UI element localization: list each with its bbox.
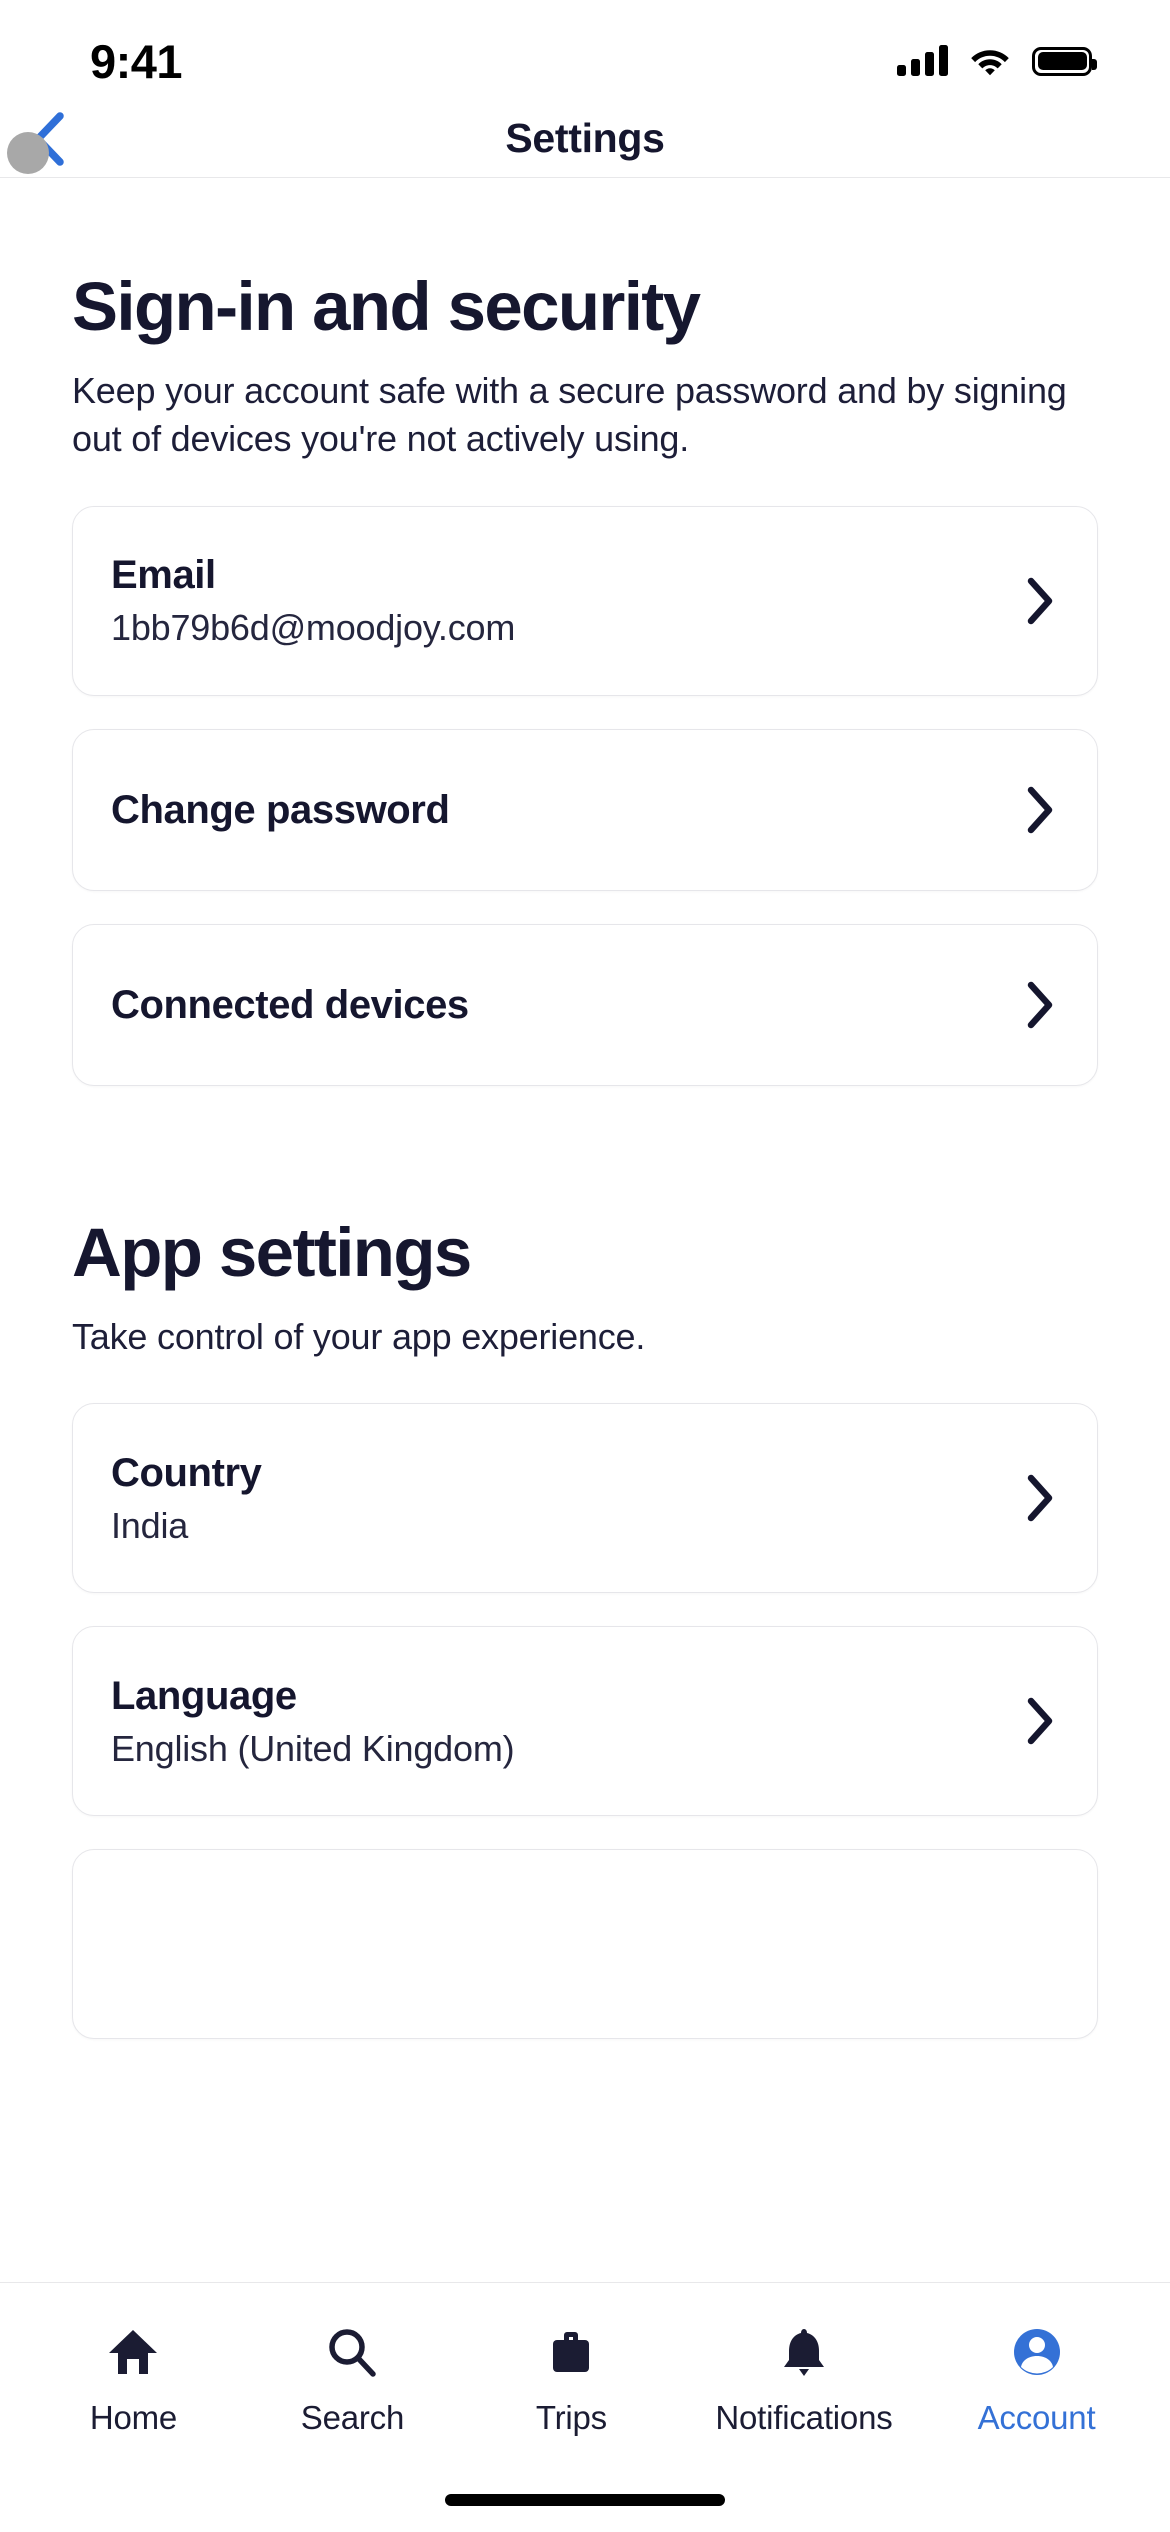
- tab-trips[interactable]: Trips: [496, 2323, 646, 2437]
- tab-account[interactable]: Account: [962, 2323, 1112, 2437]
- section-title: App settings: [72, 1213, 472, 1291]
- status-bar-time: 9:41: [90, 34, 183, 88]
- chevron-right-icon: [1023, 1473, 1057, 1523]
- chevron-right-icon: [1023, 576, 1057, 626]
- search-icon: [326, 2323, 378, 2381]
- row-text: Change password: [111, 789, 450, 831]
- settings-scroll-content[interactable]: Sign-in and security Keep your account s…: [0, 178, 1170, 2282]
- section-card-list: Country India Language English (United K…: [72, 1402, 1098, 2039]
- bottom-tab-bar: Home Search Trips Notifications Account: [0, 2282, 1170, 2532]
- wifi-icon: [971, 50, 1009, 76]
- status-bar: 9:41: [0, 0, 1170, 100]
- section-description: Keep your account safe with a secure pas…: [72, 370, 1067, 460]
- row-label: Email: [111, 553, 216, 598]
- status-bar-indicators: [897, 45, 1097, 76]
- home-icon: [107, 2323, 159, 2381]
- row-text: Connected devices: [111, 984, 469, 1026]
- tab-label: Account: [977, 2399, 1096, 2436]
- row-text: Email 1bb79b6d@moodjoy.com: [111, 554, 515, 647]
- settings-row-change-password[interactable]: Change password: [72, 728, 1098, 891]
- section-app-settings: App settings Take control of your app ex…: [72, 1086, 1098, 2039]
- account-circle-icon: [1011, 2323, 1063, 2381]
- settings-row-email[interactable]: Email 1bb79b6d@moodjoy.com: [72, 505, 1098, 696]
- page-title: Settings: [505, 115, 665, 161]
- chevron-right-icon: [1023, 785, 1057, 835]
- section-title: Sign-in and security: [72, 268, 701, 345]
- section-description: Take control of your app experience.: [72, 1315, 646, 1357]
- settings-row-connected-devices[interactable]: Connected devices: [72, 923, 1098, 1086]
- cursor-indicator: [7, 132, 49, 174]
- row-label: Connected devices: [111, 982, 469, 1027]
- tab-label: Search: [300, 2399, 405, 2436]
- navigation-header: Settings: [0, 100, 1170, 178]
- settings-row-language[interactable]: Language English (United Kingdom): [72, 1625, 1098, 1816]
- row-value: India: [111, 1504, 189, 1546]
- tab-list: Home Search Trips Notifications Account: [0, 2283, 1170, 2468]
- chevron-right-icon: [1023, 1696, 1057, 1746]
- row-value: 1bb79b6d@moodjoy.com: [111, 607, 516, 649]
- settings-row-country[interactable]: Country India: [72, 1402, 1098, 1593]
- tab-search[interactable]: Search: [277, 2323, 427, 2437]
- row-label: Country: [111, 1450, 262, 1495]
- row-label: Language: [111, 1673, 297, 1718]
- chevron-right-icon: [1023, 980, 1057, 1030]
- phone-screen: 9:41 Settings Sign-in and security Keep …: [0, 0, 1170, 2532]
- tab-label: Home: [89, 2399, 178, 2436]
- row-text: Country India: [111, 1452, 262, 1545]
- bell-icon: [778, 2323, 830, 2381]
- home-indicator[interactable]: [0, 2468, 1170, 2532]
- section-card-list: Email 1bb79b6d@moodjoy.com Change passwo…: [72, 505, 1098, 1086]
- row-text: Language English (United Kingdom): [111, 1673, 515, 1769]
- suitcase-icon: [545, 2323, 597, 2381]
- row-label: Change password: [111, 787, 450, 832]
- cellular-signal-icon: [897, 45, 948, 76]
- tab-label: Notifications: [715, 2399, 893, 2436]
- tab-notifications[interactable]: Notifications: [715, 2323, 893, 2437]
- settings-row-partially-visible[interactable]: [72, 1848, 1098, 2039]
- tab-label: Trips: [535, 2399, 607, 2436]
- section-sign-in-and-security: Sign-in and security Keep your account s…: [72, 178, 1098, 1086]
- battery-icon: [1032, 46, 1097, 76]
- tab-home[interactable]: Home: [58, 2323, 208, 2437]
- row-value: English (United Kingdom): [111, 1727, 515, 1769]
